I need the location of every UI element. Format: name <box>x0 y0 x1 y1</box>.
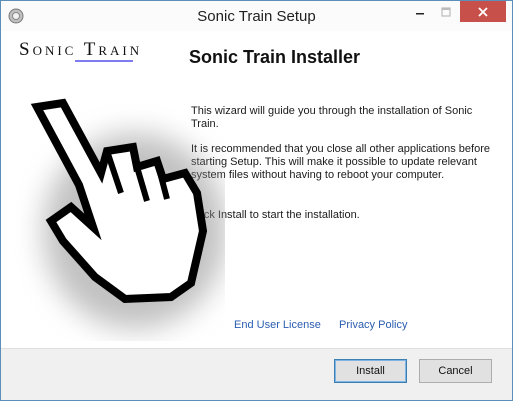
recommendation-text: It is recommended that you close all oth… <box>191 143 490 181</box>
installer-window: Sonic Train Setup Sonic Train Sonic Trai… <box>0 0 513 401</box>
logo: Sonic Train <box>19 39 143 60</box>
privacy-link[interactable]: Privacy Policy <box>339 319 407 331</box>
content-panel: Sonic Train Sonic Train Installer This w… <box>1 31 512 348</box>
title-bar[interactable]: Sonic Train Setup <box>1 1 512 31</box>
page-title: Sonic Train Installer <box>189 47 361 67</box>
cancel-button[interactable]: Cancel <box>419 359 492 383</box>
logo-underline <box>75 60 133 62</box>
minimize-button[interactable] <box>406 1 433 22</box>
maximize-button[interactable] <box>433 1 459 22</box>
minimize-icon <box>415 12 424 14</box>
instruction-text: Click Install to start the installation. <box>191 209 360 221</box>
intro-text: This wizard will guide you through the i… <box>191 105 473 130</box>
divider <box>1 348 512 349</box>
close-button[interactable] <box>460 1 506 22</box>
install-button[interactable]: Install <box>334 359 407 383</box>
eula-link[interactable]: End User License <box>234 319 321 331</box>
maximize-icon <box>441 6 451 17</box>
close-icon <box>478 6 488 17</box>
hand-pointer-icon <box>30 98 225 329</box>
